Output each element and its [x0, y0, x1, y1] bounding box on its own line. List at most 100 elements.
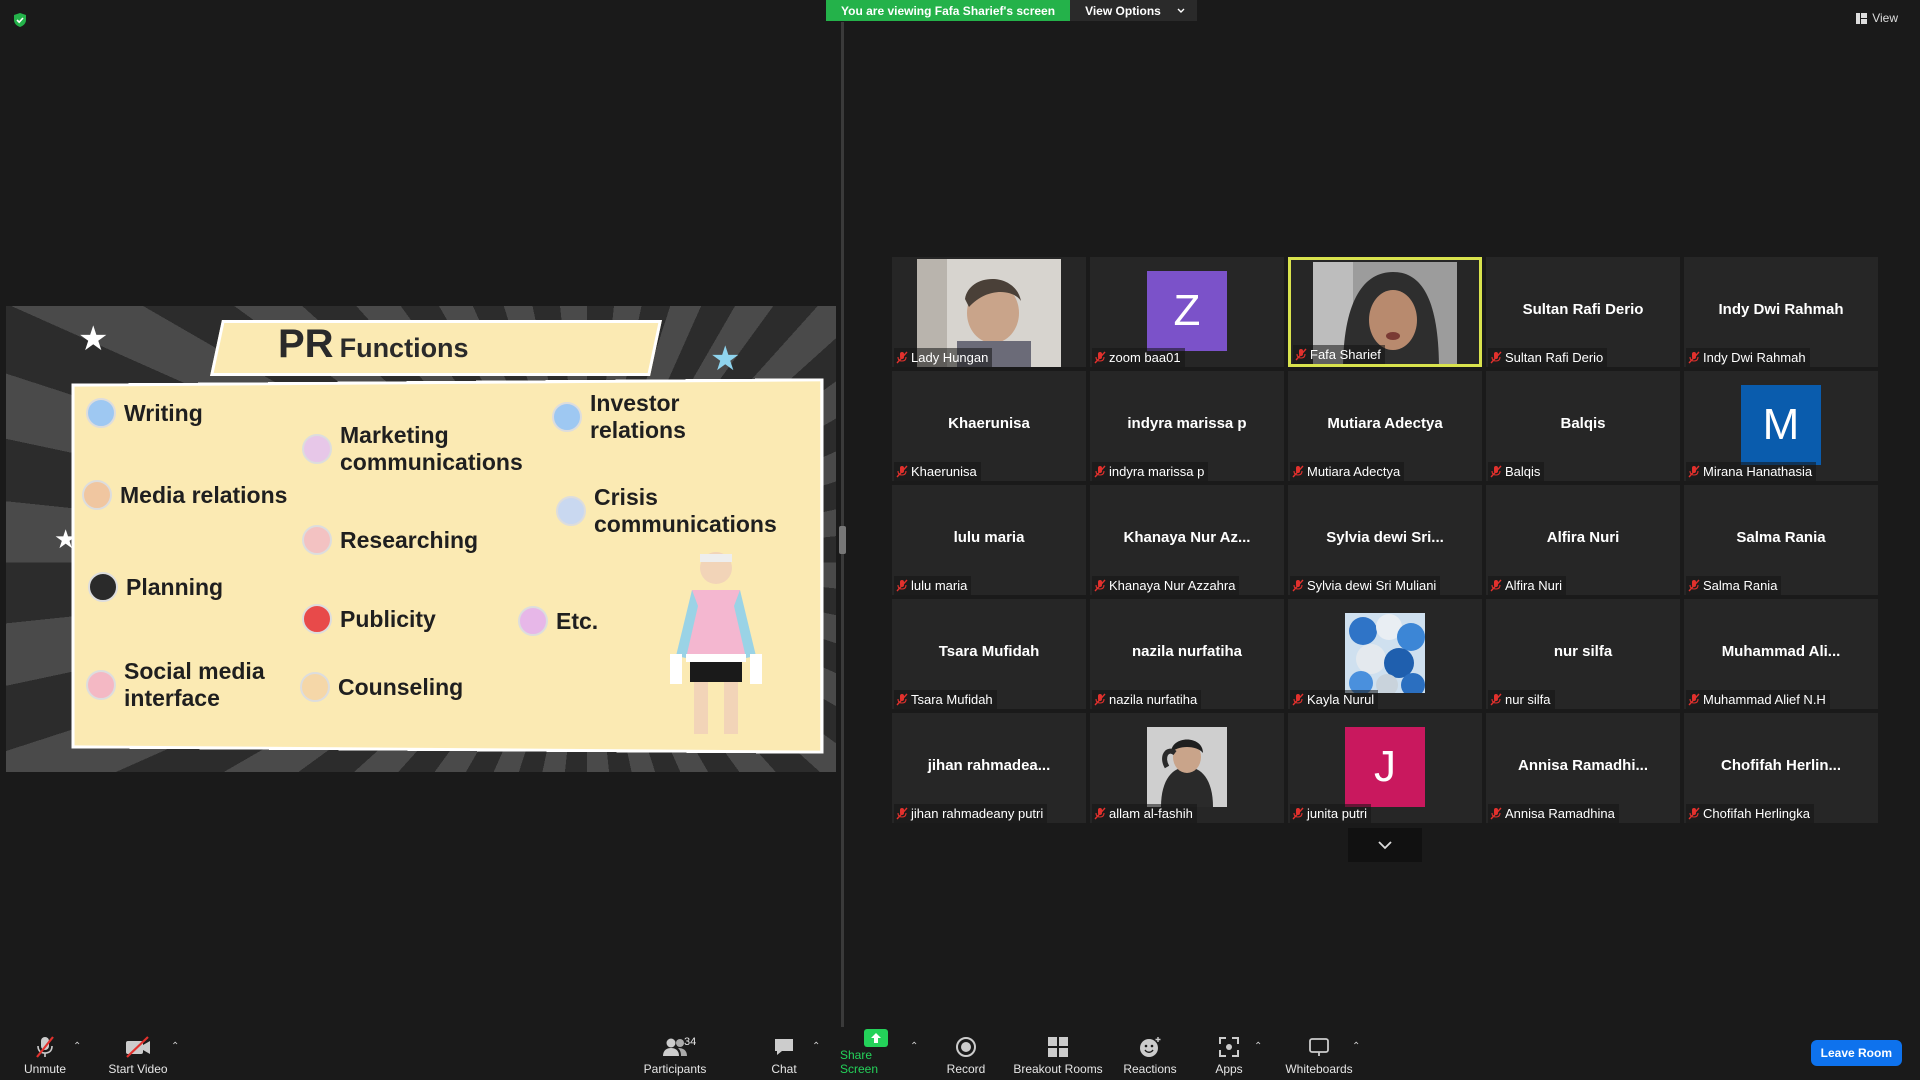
encryption-shield-icon[interactable] [12, 12, 28, 28]
slide-title: PR Functions [278, 322, 469, 367]
smiley-reaction-icon [1140, 1037, 1161, 1057]
participant-tile[interactable]: Tsara Mufidah Tsara Mufidah [892, 599, 1086, 709]
slide-item-social-media: Social media interface [86, 658, 265, 712]
star-decoration-icon: ★ [710, 340, 741, 378]
participant-tile[interactable]: Chofifah Herlin... Chofifah Herlingka [1684, 713, 1878, 823]
whiteboards-label: Whiteboards [1285, 1062, 1353, 1076]
participant-name-label: Sylvia dewi Sri Muliani [1290, 576, 1441, 595]
participant-name-label: zoom baa01 [1092, 348, 1185, 367]
participant-tile[interactable]: Balqis Balqis [1486, 371, 1680, 481]
participant-tile[interactable]: jihan rahmadea... jihan rahmadeany putri [892, 713, 1086, 823]
unmute-button[interactable]: Unmute [20, 1027, 70, 1080]
participant-tile[interactable]: M Mirana Hanathasia [1684, 371, 1878, 481]
viewing-screen-label: You are viewing Fafa Sharief's screen [826, 0, 1071, 21]
resize-handle[interactable] [839, 526, 846, 554]
participant-tile[interactable]: nur silfa nur silfa [1486, 599, 1680, 709]
share-screen-button[interactable]: Share Screen [840, 1027, 912, 1080]
participant-avatar: Z [1147, 271, 1227, 351]
gallery-next-page-button[interactable] [1348, 828, 1422, 862]
slide-item-label: Crisis communications [594, 484, 777, 537]
slide-title-main: PR [278, 322, 334, 366]
participant-tile[interactable]: Indy Dwi Rahmah Indy Dwi Rahmah [1684, 257, 1878, 367]
marketing-icon [302, 434, 332, 464]
star-decoration-icon: ★ [78, 320, 109, 358]
participant-tile[interactable]: Lady Hungan [892, 257, 1086, 367]
participant-tile[interactable]: Sultan Rafi Derio Sultan Rafi Derio [1486, 257, 1680, 367]
slide-title-sub: Functions [339, 333, 469, 363]
microphone-muted-icon [1292, 693, 1304, 706]
participant-display-name: nur silfa [1553, 643, 1613, 660]
participant-tile[interactable]: Alfira Nuri Alfira Nuri [1486, 485, 1680, 595]
slide-item-label: Researching [340, 526, 479, 553]
participant-tile[interactable]: Salma Rania Salma Rania [1684, 485, 1878, 595]
participants-button[interactable]: 34 Participants [640, 1027, 710, 1080]
record-button[interactable]: Record [944, 1027, 988, 1080]
zoom-meeting-window: You are viewing Fafa Sharief's screen Vi… [0, 0, 1920, 1080]
share-options-caret[interactable]: ⌃ [910, 1041, 918, 1052]
apps-button[interactable]: Apps [1210, 1027, 1248, 1080]
chat-button[interactable]: Chat [764, 1027, 804, 1080]
participant-name: Lady Hungan [911, 350, 989, 365]
view-button[interactable]: View [1856, 11, 1898, 25]
view-button-label: View [1872, 11, 1898, 25]
whiteboards-options-caret[interactable]: ⌃ [1352, 1041, 1360, 1052]
participant-tile[interactable]: Sylvia dewi Sri... Sylvia dewi Sri Mulian… [1288, 485, 1482, 595]
microphone-muted-icon [896, 807, 908, 820]
breakout-rooms-icon [1048, 1037, 1068, 1057]
participant-name-label: Tsara Mufidah [894, 690, 997, 709]
start-video-label: Start Video [108, 1062, 168, 1076]
panel-divider [841, 22, 844, 1027]
writing-icon [86, 398, 116, 428]
participant-tile[interactable]: Jjunita putri [1288, 713, 1482, 823]
participant-name: Tsara Mufidah [911, 692, 993, 707]
participant-tile[interactable]: nazila nurfatiha nazila nurfatiha [1090, 599, 1284, 709]
participant-tile[interactable]: indyra marissa p indyra marissa p [1090, 371, 1284, 481]
participant-name-label: Muhammad Alief N.H [1686, 690, 1830, 709]
participant-tile[interactable]: Annisa Ramadhi... Annisa Ramadhina [1486, 713, 1680, 823]
participant-tile[interactable]: allam al-fashih [1090, 713, 1284, 823]
chat-bubble-icon [775, 1039, 793, 1055]
participant-name: Fafa Sharief [1310, 347, 1381, 362]
participant-name-label: Alfira Nuri [1488, 576, 1567, 595]
slide-item-writing: Writing [86, 398, 203, 428]
microphone-muted-icon [1094, 693, 1106, 706]
participant-tile[interactable]: Muhammad Ali... Muhammad Alief N.H [1684, 599, 1878, 709]
slide-item-crisis: Crisis communications [556, 484, 777, 538]
participant-name: Mirana Hanathasia [1703, 464, 1813, 479]
participant-name-label: junita putri [1290, 804, 1371, 823]
participant-display-name: nazila nurfatiha [1131, 643, 1243, 660]
chat-options-caret[interactable]: ⌃ [812, 1041, 820, 1052]
participant-tile[interactable]: Mutiara Adectya Mutiara Adectya [1288, 371, 1482, 481]
start-video-button[interactable]: Start Video [106, 1027, 170, 1080]
microphone-muted-icon [36, 1036, 54, 1058]
participant-name: Indy Dwi Rahmah [1703, 350, 1806, 365]
reactions-button[interactable]: Reactions [1123, 1027, 1177, 1080]
participant-tile[interactable]: Khaerunisa Khaerunisa [892, 371, 1086, 481]
microphone-muted-icon [1490, 465, 1502, 478]
participant-tile[interactable]: Khanaya Nur Az... Khanaya Nur Azzahra [1090, 485, 1284, 595]
participant-tile[interactable]: lulu maria lulu maria [892, 485, 1086, 595]
leave-room-button[interactable]: Leave Room [1810, 1040, 1902, 1066]
shared-screen[interactable]: ★ ★ ★ PR Functions Writing Media relation… [6, 306, 836, 772]
participant-tile[interactable]: Fafa Sharief [1288, 257, 1482, 367]
slide-item-marketing: Marketing communications [302, 422, 523, 476]
slide-item-etc: Etc. [518, 606, 598, 636]
audio-options-caret[interactable]: ⌃ [73, 1041, 81, 1052]
whiteboards-button[interactable]: Whiteboards [1282, 1027, 1356, 1080]
apps-options-caret[interactable]: ⌃ [1254, 1041, 1262, 1052]
participant-name: Sylvia dewi Sri Muliani [1307, 578, 1437, 593]
share-banner: You are viewing Fafa Sharief's screen Vi… [826, 0, 1197, 21]
microphone-muted-icon [1688, 693, 1700, 706]
participant-display-name: lulu maria [953, 529, 1025, 546]
participant-tile[interactable]: Zzoom baa01 [1090, 257, 1284, 367]
participant-name-label: Indy Dwi Rahmah [1686, 348, 1810, 367]
video-options-caret[interactable]: ⌃ [171, 1041, 179, 1052]
microphone-muted-icon [1094, 351, 1106, 364]
breakout-rooms-button[interactable]: Breakout Rooms [1012, 1027, 1104, 1080]
participant-display-name: Balqis [1560, 415, 1606, 432]
participant-tile[interactable]: Kayla Nurul [1288, 599, 1482, 709]
participant-name-label: Fafa Sharief [1293, 345, 1385, 364]
view-options-dropdown[interactable]: View Options [1070, 0, 1197, 21]
unmute-label: Unmute [23, 1062, 67, 1076]
share-screen-label: Share Screen [840, 1048, 879, 1076]
